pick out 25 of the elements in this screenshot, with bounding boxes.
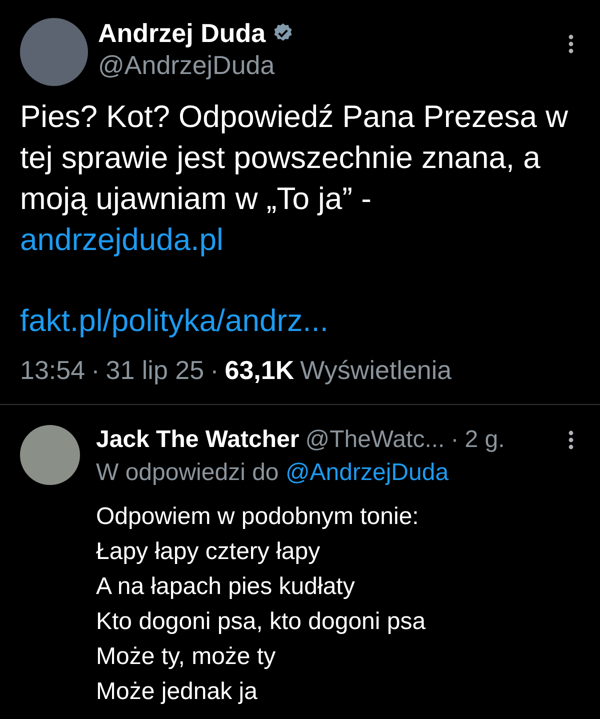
author-handle[interactable]: @AndrzejDuda [98, 48, 568, 82]
tweet-time[interactable]: 13:54 [20, 351, 86, 390]
views-label: Wyświetlenia [300, 354, 452, 387]
more-icon[interactable] [568, 34, 574, 54]
tweet-date[interactable]: 31 lip 25 [106, 351, 204, 390]
author-handle[interactable]: @TheWatc... [305, 425, 445, 455]
reply-text-line: Może jednak ja [96, 677, 258, 707]
separator: · [210, 354, 219, 387]
separator: · [91, 354, 100, 387]
more-icon[interactable] [568, 430, 574, 450]
reply-text-line: Odpowiem w podobnym tonie: [96, 502, 420, 532]
reply-age[interactable]: 2 g. [464, 425, 505, 455]
reply-text-line: Łapy łapy cztery łapy [96, 537, 322, 567]
separator: · [450, 425, 459, 455]
tweet-link[interactable]: andrzejduda.pl [20, 222, 224, 257]
author-name[interactable]: Jack The Watcher [96, 425, 300, 455]
tweet-text: Pies? Kot? Odpowiedź Pana Prezesa w tej sprawie jest powszechnie znana, a moją ujawniam w „To ja” - andrzejduda.pl [20, 98, 569, 259]
reply-context: W odpowiedzi do @AndrzejDuda [96, 458, 450, 488]
mention-link[interactable]: @AndrzejDuda [285, 459, 449, 486]
view-count: 63,1K [224, 354, 294, 387]
card-link[interactable]: fakt.pl/polityka/andrz... [20, 300, 580, 341]
author-name[interactable]: Andrzej Duda [98, 18, 266, 48]
reply-text-line: Kto dogoni psa, kto dogoni psa [96, 607, 427, 637]
reply-text-line: Może ty, może ty [96, 642, 277, 672]
reply-text-line: A na łapach pies kudłaty [96, 572, 356, 602]
